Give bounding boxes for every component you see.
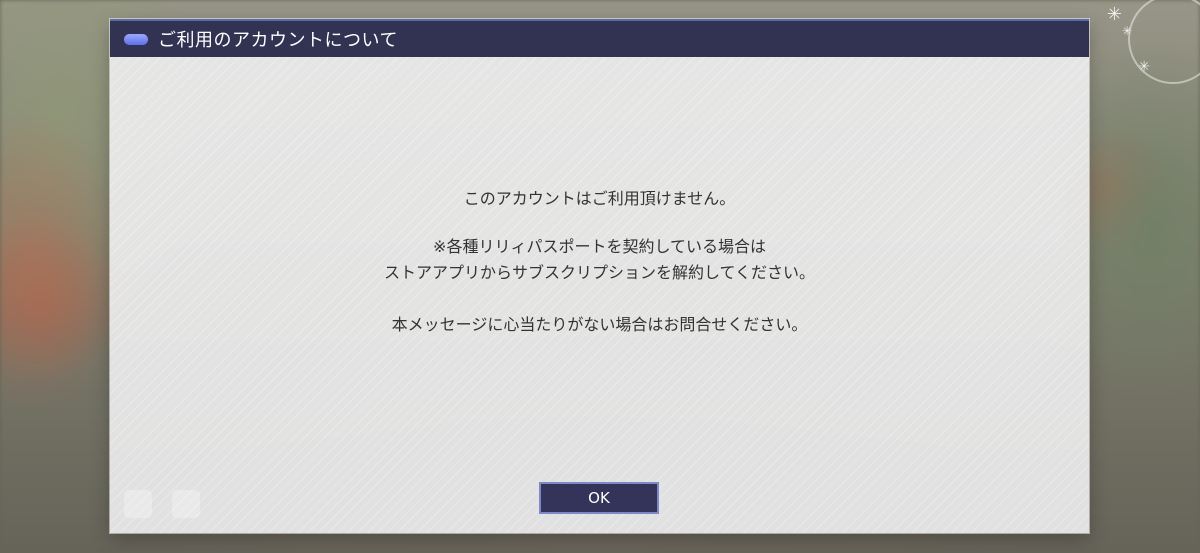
sparkle-icon: ✳ xyxy=(1138,59,1150,75)
corner-decoration: ✳ ✳ ✳ xyxy=(1090,0,1200,90)
dialog-title: ご利用のアカウントについて xyxy=(158,30,398,51)
message-line: このアカウントはご利用頂けません。 xyxy=(463,189,736,208)
dialog-body: このアカウントはご利用頂けません。 ※各種リリィパスポートを契約している場合は … xyxy=(110,57,1089,533)
game-screen: ✳ ✳ ✳ ご利用のアカウントについて このアカウントはご利用頂けません。 ※各… xyxy=(0,0,1200,553)
sparkle-icon: ✳ xyxy=(1106,4,1122,25)
ok-button[interactable]: OK xyxy=(539,482,659,514)
dialog-header: ご利用のアカウントについて xyxy=(110,19,1089,57)
sparkle-icon: ✳ xyxy=(1121,24,1132,38)
pill-icon xyxy=(124,33,148,45)
account-dialog: ご利用のアカウントについて このアカウントはご利用頂けません。 ※各種リリィパス… xyxy=(110,19,1089,533)
message-line: ※各種リリィパスポートを契約している場合は xyxy=(433,237,766,256)
message-line: 本メッセージに心当たりがない場合はお問合せください。 xyxy=(391,315,808,334)
message-line: ストアアプリからサブスクリプションを解約してください。 xyxy=(383,263,816,282)
